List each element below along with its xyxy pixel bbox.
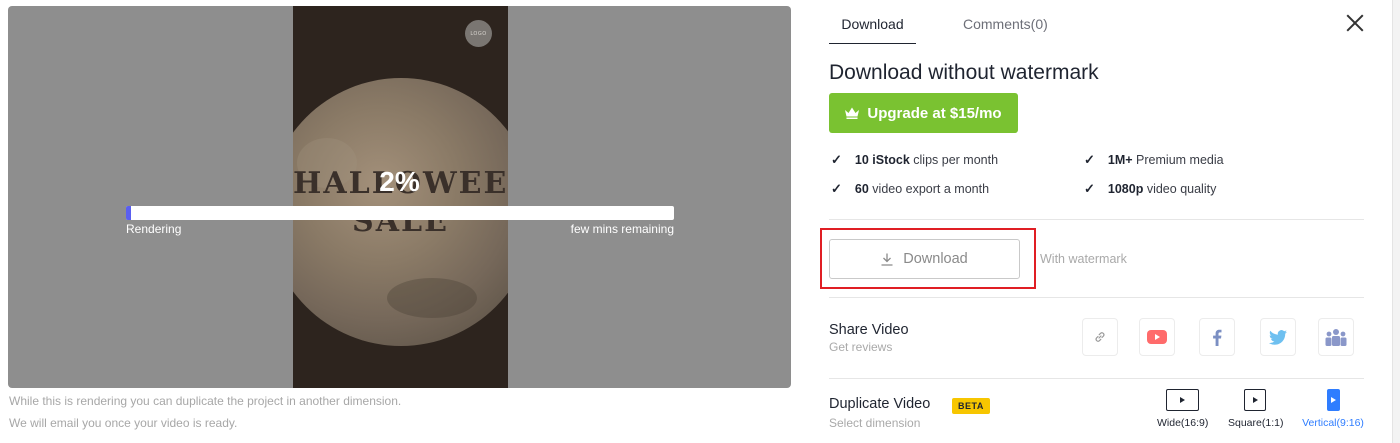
facebook-icon [1213, 329, 1222, 346]
feature-item: ✓ 10 iStock clips per month [831, 152, 999, 167]
duplicate-subtitle: Select dimension [829, 416, 921, 430]
progress-bar-fill [126, 206, 132, 220]
render-note: While this is rendering you can duplicat… [9, 394, 402, 408]
page-title: Download without watermark [829, 61, 1099, 84]
vertical-frame-icon [1326, 389, 1340, 411]
upgrade-button[interactable]: Upgrade at $15/mo [829, 93, 1018, 133]
feature-item: ✓ 60 video export a month [831, 181, 990, 196]
share-youtube-button[interactable] [1139, 318, 1175, 356]
share-subtitle: Get reviews [829, 340, 893, 354]
group-icon [1325, 329, 1347, 346]
dimension-label: Vertical(9:16) [1302, 417, 1364, 429]
download-label: Download [903, 251, 968, 267]
check-icon: ✓ [831, 152, 842, 167]
dimension-square[interactable]: Square(1:1) [1228, 389, 1284, 429]
email-note: We will email you once your video is rea… [9, 416, 238, 430]
video-preview: LOGO HALLOWEEN SALE 2% Rendering few min… [8, 6, 791, 388]
rendering-label: Rendering [126, 222, 182, 236]
tab-download[interactable]: Download [829, 16, 916, 44]
divider [829, 219, 1364, 220]
progress-percent: 2% [379, 166, 420, 197]
dimension-label: Wide(16:9) [1157, 417, 1209, 429]
download-icon [881, 253, 893, 266]
dimension-label: Square(1:1) [1228, 417, 1284, 429]
share-twitter-button[interactable] [1260, 318, 1296, 356]
youtube-icon [1147, 330, 1167, 344]
check-icon: ✓ [1084, 152, 1095, 167]
time-remaining-label: few mins remaining [570, 222, 674, 236]
twitter-icon [1269, 329, 1287, 345]
crown-icon [845, 107, 860, 119]
tab-comments[interactable]: Comments(0) [963, 16, 1048, 32]
share-title: Share Video [829, 322, 909, 338]
share-group-button[interactable] [1318, 318, 1354, 356]
divider [829, 378, 1364, 379]
beta-badge: BETA [952, 398, 990, 414]
upgrade-label: Upgrade at $15/mo [867, 104, 1002, 122]
share-facebook-button[interactable] [1199, 318, 1235, 356]
share-link-button[interactable] [1082, 318, 1118, 356]
feature-item: ✓ 1M+ Premium media [1084, 152, 1224, 167]
check-icon: ✓ [1084, 181, 1095, 196]
wide-frame-icon [1165, 389, 1199, 411]
download-button[interactable]: Download [829, 239, 1020, 279]
feature-item: ✓ 1080p video quality [1084, 181, 1217, 196]
scrollbar[interactable] [1392, 0, 1400, 443]
divider [829, 297, 1364, 298]
close-icon[interactable] [1344, 12, 1366, 34]
duplicate-title: Duplicate Video [829, 396, 931, 412]
link-icon [1095, 332, 1105, 342]
video-logo: LOGO [465, 20, 492, 47]
check-icon: ✓ [831, 181, 842, 196]
progress-bar [126, 206, 674, 220]
watermark-note: With watermark [1040, 252, 1127, 266]
dimension-wide[interactable]: Wide(16:9) [1157, 389, 1209, 429]
dimension-vertical[interactable]: Vertical(9:16) [1302, 389, 1364, 429]
square-frame-icon [1244, 389, 1266, 411]
